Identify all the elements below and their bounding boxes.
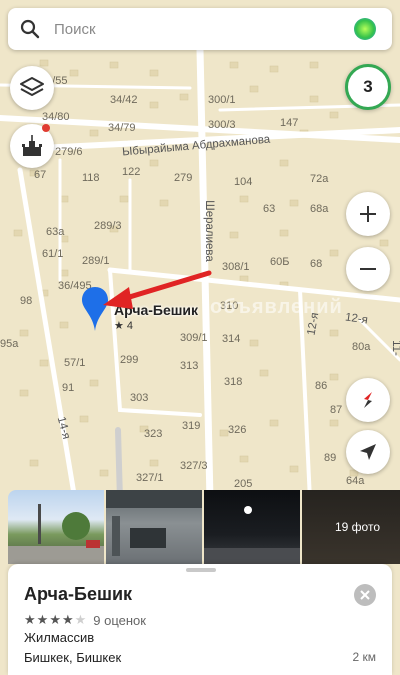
house-number: 60Б [270, 256, 290, 268]
star-icon: ★ [74, 612, 88, 627]
my-location-icon [360, 444, 376, 460]
place-category: Жилмассив [24, 630, 95, 645]
close-icon [360, 590, 370, 600]
house-number: 63 [263, 203, 276, 215]
house-number: 104 [234, 176, 253, 188]
search-input[interactable] [52, 19, 354, 39]
house-number: 300/1 [208, 94, 236, 106]
star-icon: ★ [49, 612, 62, 627]
house-number: 34/80 [42, 111, 70, 123]
photo-thumbnail[interactable] [106, 490, 202, 564]
star-icon: ★ [24, 612, 37, 627]
rating-stars: ★★★★★ [24, 612, 87, 628]
house-number: 289/3 [94, 220, 122, 232]
compass-icon [364, 392, 372, 408]
alice-assistant-icon[interactable] [354, 18, 376, 40]
zoom-in-icon [360, 206, 376, 222]
house-number: 327/3 [180, 460, 208, 472]
house-number: 118 [82, 172, 100, 184]
layers-icon [20, 77, 44, 96]
house-number: 98 [20, 295, 33, 307]
house-number: 318 [224, 376, 243, 388]
house-number: 87 [330, 404, 343, 416]
search-icon[interactable] [8, 8, 52, 50]
place-address: Бишкек, Бишкек [24, 650, 122, 665]
house-number: 279/6 [55, 146, 83, 158]
street-label: Шералиева [202, 200, 215, 262]
zoom-out-button[interactable] [346, 247, 390, 291]
house-number: 300/3 [208, 119, 236, 131]
close-button[interactable] [354, 584, 376, 606]
house-number: 34/42 [110, 94, 138, 106]
place-distance: 2 км [352, 650, 376, 664]
house-number: 313 [180, 360, 199, 372]
notification-dot [42, 124, 50, 132]
house-number: 327/1 [136, 472, 164, 484]
photo-thumbnail-more[interactable]: 19 фото [302, 490, 400, 564]
compass-button[interactable] [346, 378, 390, 422]
drag-handle[interactable] [186, 568, 216, 572]
house-number: 95а [0, 338, 19, 350]
house-number: 80а [352, 341, 371, 353]
house-number: 323 [144, 428, 163, 440]
house-number: 303 [130, 392, 149, 404]
house-number: 57/1 [64, 357, 86, 369]
house-number: 72а [310, 173, 329, 185]
house-number: 34/79 [108, 122, 136, 134]
traffic-button[interactable]: 3 [345, 64, 391, 110]
house-number: 68а [310, 203, 329, 215]
house-number: 308/1 [222, 261, 250, 273]
photo-thumbnail[interactable] [204, 490, 300, 564]
house-number: 309/1 [180, 332, 208, 344]
place-card[interactable]: Арча-Бешик ★★★★★ 9 оценок Жилмассив Бишк… [8, 564, 392, 675]
house-number: 61/1 [42, 248, 64, 260]
photo-count: 19 фото [335, 520, 380, 534]
star-icon: ★ [36, 612, 50, 627]
house-number: 299 [120, 354, 139, 366]
watermark: объявлений [210, 296, 343, 318]
annotation-arrow [103, 270, 212, 309]
search-bar[interactable] [8, 8, 392, 50]
landmark-icon [22, 135, 42, 156]
zoom-in-button[interactable] [346, 192, 390, 236]
star-icon: ★ [61, 612, 75, 627]
review-count: 9 оценок [93, 612, 146, 628]
house-number: 314 [222, 333, 241, 345]
layers-button[interactable] [10, 66, 54, 110]
place-title: Арча-Бешик [24, 584, 133, 604]
house-number: 86 [315, 380, 328, 392]
rating-row[interactable]: ★★★★★ 9 оценок [24, 612, 146, 628]
house-number: 68 [310, 258, 323, 270]
house-number: 89 [324, 452, 337, 464]
house-number: 279 [174, 172, 193, 184]
photo-thumbnail[interactable] [8, 490, 104, 564]
house-number: 326 [228, 424, 247, 436]
zoom-out-icon [360, 268, 376, 270]
house-number: 91 [62, 382, 75, 394]
house-number: 64а [346, 475, 365, 487]
poi-rating: ★ 4 [114, 320, 134, 332]
house-number: 122 [122, 166, 141, 178]
house-number: 319 [182, 420, 201, 432]
photo-strip[interactable]: 19 фото [8, 490, 400, 564]
house-number: 205 [234, 478, 253, 490]
street-label: 11- [389, 340, 400, 356]
my-location-button[interactable] [346, 430, 390, 474]
house-number: 63а [46, 226, 65, 238]
house-number: 67 [34, 169, 47, 181]
house-number: 147 [280, 117, 299, 129]
